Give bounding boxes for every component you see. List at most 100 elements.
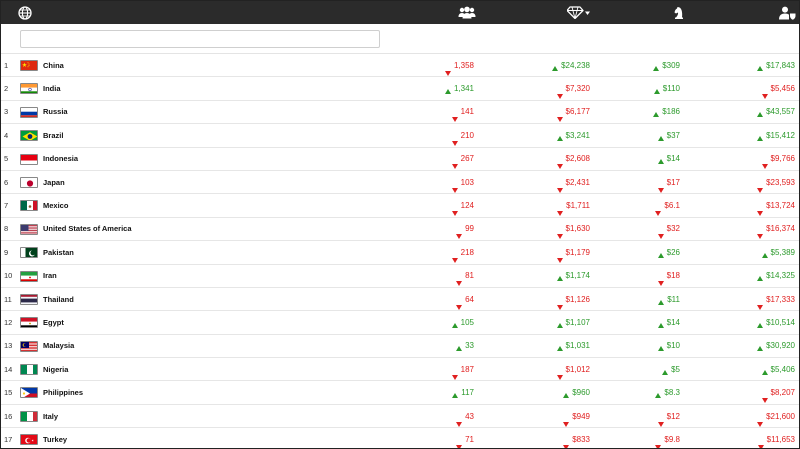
value-cell-3: $12 (657, 405, 680, 427)
trend-down-icon (451, 140, 458, 146)
value-cell-1: 43 (456, 405, 474, 427)
trend-up-icon (757, 112, 764, 118)
trend-value: $32 (657, 224, 680, 240)
country-name[interactable]: Egypt (43, 311, 64, 333)
trend-value: 210 (451, 131, 474, 146)
search-input[interactable] (20, 30, 380, 48)
trend-value: 187 (451, 365, 474, 380)
value-text: $960 (572, 388, 590, 398)
table-row[interactable]: 17 Turkey 71 $833 $9.8 $11,653 (1, 428, 799, 448)
table-row[interactable]: 13 Malaysia 33 $1,031 $10 $30,920 (1, 335, 799, 359)
country-name[interactable]: Russia (43, 101, 68, 123)
country-name[interactable]: India (43, 77, 61, 99)
country-name[interactable]: Italy (43, 405, 58, 427)
country-name[interactable]: Philippines (43, 381, 83, 403)
trend-value: $17,333 (757, 295, 795, 310)
trend-down-icon (757, 187, 764, 193)
country-name[interactable]: Turkey (43, 428, 67, 448)
value-cell-3: $14 (657, 148, 680, 170)
rank-number: 9 (4, 247, 9, 257)
value-cell-3: $5 (662, 358, 680, 380)
table-row[interactable]: 12 Egypt 105 $1,107 $14 $10,514 (1, 311, 799, 335)
value-cell-2: $833 (563, 428, 590, 448)
trend-value: $186 (653, 107, 680, 118)
country-name[interactable]: Iran (43, 265, 57, 287)
trend-value: $15,412 (757, 130, 795, 141)
trend-down-icon (451, 117, 458, 123)
trend-up-icon (653, 65, 660, 71)
trend-value: $1,179 (556, 248, 590, 263)
rank-number: 3 (4, 107, 9, 117)
country-name[interactable]: Brazil (43, 124, 63, 146)
trend-up-icon (451, 322, 458, 328)
population-icon[interactable] (458, 5, 476, 20)
value-text: $309 (662, 60, 680, 70)
table-row[interactable]: 3 Russia 141 $6,177 $186 $43,557 (1, 101, 799, 125)
country-name[interactable]: Japan (43, 171, 65, 193)
value-text: $32 (666, 224, 680, 234)
value-cell-2: $3,241 (556, 124, 590, 146)
trend-value: $1,107 (556, 317, 590, 328)
country-name[interactable]: China (43, 54, 64, 76)
table-row[interactable]: 8 United States of America 99 $1,630 $32 $16,… (1, 218, 799, 242)
trend-down-icon (556, 257, 563, 263)
country-name[interactable]: United States of America (43, 218, 132, 240)
rank-number: 5 (4, 154, 9, 164)
table-row[interactable]: 14 Nigeria 187 $1,012 $5 $5,406 (1, 358, 799, 382)
rank-number: 8 (4, 224, 9, 234)
trend-value: $37 (657, 131, 680, 141)
trend-up-icon (662, 369, 669, 375)
flag-turkey-icon (20, 434, 38, 446)
value-text: 267 (460, 154, 474, 164)
trend-down-icon (456, 444, 463, 448)
trend-down-icon (757, 304, 764, 310)
value-cell-3: $11 (658, 288, 680, 310)
globe-icon[interactable] (18, 5, 32, 20)
value-text: 33 (465, 341, 474, 351)
trend-down-icon (451, 257, 458, 263)
table-row[interactable]: 10 Iran 81 $1,174 $18 $14,325 (1, 265, 799, 288)
table-row[interactable]: 2 India 1,341 $7,320 $110 $5,456 (1, 77, 799, 101)
table-row[interactable]: 1 China 1,358 $24,238 $309 $17,843 (1, 54, 799, 78)
flag-japan-icon (20, 176, 38, 188)
table-row[interactable]: 4 Brazil 210 $3,241 $37 $15,412 (1, 124, 799, 148)
trend-up-icon (452, 393, 459, 399)
user-shield-icon[interactable] (779, 5, 796, 20)
table-row[interactable]: 7 Mexico 124 $1,711 $6.1 $13,724 (1, 194, 799, 218)
value-text: $15,412 (766, 130, 795, 140)
country-name[interactable]: Malaysia (43, 335, 74, 357)
trend-down-icon (556, 304, 563, 310)
country-name[interactable]: Pakistan (43, 241, 74, 263)
table-row[interactable]: 9 Pakistan 218 $1,179 $26 $5,389 (1, 241, 799, 265)
country-name[interactable]: Indonesia (43, 148, 78, 170)
trend-up-icon (657, 346, 664, 352)
country-name[interactable]: Thailand (43, 288, 74, 310)
trend-down-icon (556, 187, 563, 193)
value-cell-3: $37 (657, 124, 680, 146)
value-cell-3: $18 (657, 265, 680, 287)
trend-down-icon (757, 421, 764, 427)
table-row[interactable]: 16 Italy 43 $949 $12 $21,600 (1, 405, 799, 429)
table-header (1, 1, 799, 24)
chess-knight-icon[interactable] (673, 5, 685, 20)
flag-usa-icon (20, 223, 38, 235)
country-name[interactable]: Mexico (43, 194, 68, 216)
value-cell-4: $11,653 (757, 428, 795, 448)
value-text: $23,593 (766, 177, 795, 187)
value-text: 71 (465, 434, 474, 444)
trend-up-icon (757, 346, 764, 352)
table-row[interactable]: 6 Japan 103 $2,431 $17 $23,593 (1, 171, 799, 195)
flag-mexico-icon (20, 200, 38, 212)
trend-value: $949 (563, 412, 590, 427)
value-cell-4: $17,333 (757, 288, 795, 310)
table-row[interactable]: 5 Indonesia 267 $2,608 $14 $9,766 (1, 148, 799, 171)
value-text: $1,107 (565, 317, 590, 327)
trend-value: $18 (657, 271, 680, 287)
gem-dropdown-icon[interactable] (567, 5, 591, 20)
country-name[interactable]: Nigeria (43, 358, 68, 380)
flag-russia-icon (20, 106, 38, 118)
table-row[interactable]: 15 Philippines 117 $960 $8.3 $8,207 (1, 381, 799, 405)
value-cell-3: $26 (657, 241, 680, 263)
trend-up-icon (757, 135, 764, 141)
table-row[interactable]: 11 Thailand 64 $1,126 $11 $17,333 (1, 288, 799, 312)
